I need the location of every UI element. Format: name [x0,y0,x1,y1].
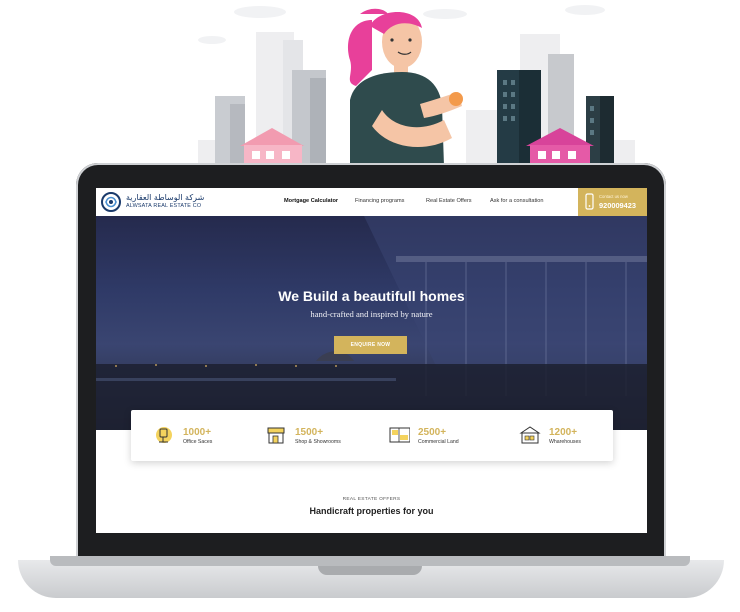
brand-name-arabic: شركة الوساطة العقارية [126,193,205,202]
shop-icon [267,427,285,444]
stat-number: 1000+ [183,427,212,438]
stat-number: 1200+ [549,427,578,438]
stats-card: 1000+ Office Saces 1500+ Shop & Showroom… [131,410,613,461]
stat-shops[interactable]: 1500+ Shop & Showrooms [265,410,385,461]
stat-label: Commercial Land [418,439,459,445]
stat-number: 2500+ [418,427,447,438]
phone-icon [585,193,594,210]
brand-logo[interactable]: شركة الوساطة العقارية ALWSATA REAL ESTAT… [100,191,210,213]
stat-label: Shop & Showrooms [295,439,341,445]
city-skyline-illustration [198,5,635,167]
header-illustration [0,0,740,190]
office-chair-icon [156,427,172,443]
top-navbar: شركة الوساطة العقارية ALWSATA REAL ESTAT… [96,188,647,216]
stat-warehouses[interactable]: 1200+ Wharehouses [519,410,639,461]
contact-label: Contact us now [599,194,628,199]
hero-title: We Build a beautifull homes [278,288,465,304]
nav-item-real-estate-offers[interactable]: Real Estate Offers [426,198,472,204]
warehouse-icon [519,426,541,444]
hero-subtitle: hand-crafted and inspired by nature [310,309,433,319]
hero-section: We Build a beautifull homes hand-crafted… [96,216,647,430]
stat-label: Office Saces [183,439,213,445]
nav-item-ask-consultation[interactable]: Ask for a consultation [490,198,543,204]
contact-number[interactable]: 920009423 [599,201,636,210]
woman-illustration [348,8,463,166]
website-screen: شركة الوساطة العقارية ALWSATA REAL ESTAT… [96,188,647,533]
nav-item-mortgage-calculator[interactable]: Mortgage Calculator [284,198,338,204]
section-eyebrow: REAL ESTATE OFFERS [342,497,401,502]
nav-item-financing-programs[interactable]: Financing programs [355,198,404,204]
land-map-icon [389,427,410,443]
laptop-notch [318,566,422,575]
enquire-now-button[interactable]: ENQUIRE NOW [334,336,407,354]
logo-mark-icon [101,192,121,212]
hero-background-image [96,216,647,430]
contact-box[interactable]: Contact us now 920009423 [578,188,647,216]
section-title: Handicraft properties for you [309,506,434,516]
brand-name-english: ALWSATA REAL ESTATE CO [126,203,202,209]
stat-label: Wharehouses [549,439,582,445]
stat-number: 1500+ [295,427,324,438]
stat-commercial-land[interactable]: 2500+ Commercial Land [388,410,508,461]
stat-office-spaces[interactable]: 1000+ Office Saces [153,410,273,461]
laptop-lip [50,556,690,566]
